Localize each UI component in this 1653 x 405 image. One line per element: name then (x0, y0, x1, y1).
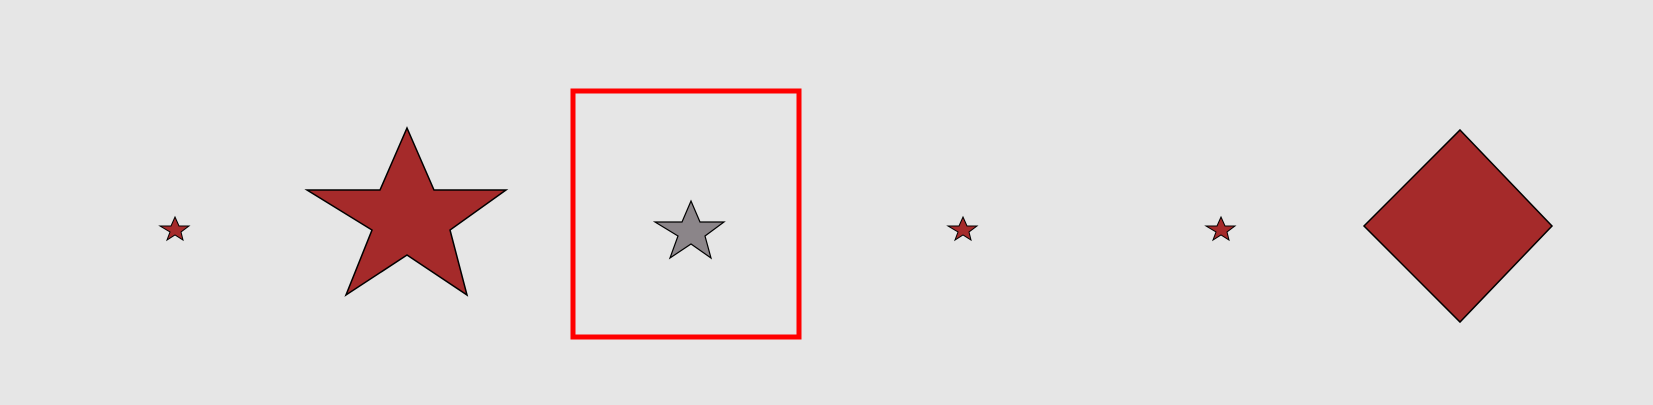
shape-canvas (0, 0, 1653, 400)
shape-canvas-svg (0, 0, 1653, 400)
